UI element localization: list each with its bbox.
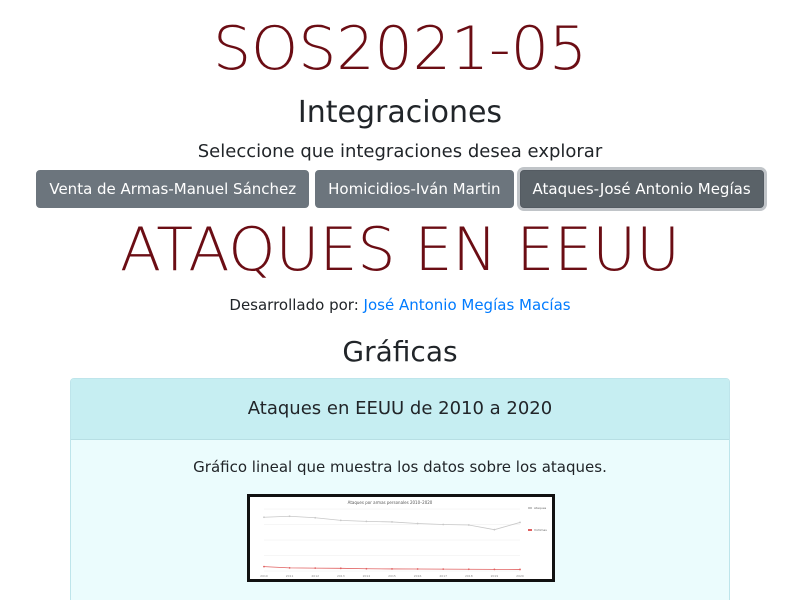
chart-x-tick-label: 2010 <box>260 574 268 578</box>
chart-title: Ataques por armas personales 2010–2020 <box>348 500 433 505</box>
chart-data-point <box>339 567 342 570</box>
chart-data-point <box>467 568 470 571</box>
card-header: Ataques en EEUU de 2010 a 2020 <box>71 379 729 440</box>
chart-data-point <box>263 516 265 519</box>
developed-by-label: Desarrollado por: <box>229 296 359 314</box>
chart-card: Ataques en EEUU de 2010 a 2020 Gráfico l… <box>70 378 730 600</box>
site-title: SOS2021-05 <box>212 14 588 84</box>
page: SOS2021-05 Integraciones Seleccione que … <box>0 0 800 600</box>
chart-x-tick-label: 2020 <box>516 574 524 578</box>
chart-x-tick-label: 2016 <box>414 574 422 578</box>
chart-data-point <box>416 568 419 570</box>
chart-data-point <box>519 521 521 524</box>
chart-legend-label: Ataques <box>534 506 547 510</box>
line-chart: Ataques por armas personales 2010–2020 2… <box>260 500 547 578</box>
chart-legend-swatch <box>528 529 532 531</box>
chart-x-tick-label: 2014 <box>363 574 371 578</box>
integrations-subheading: Seleccione que integraciones desea explo… <box>197 141 603 162</box>
homicides-button[interactable]: Homicidios-Iván Martin <box>315 170 514 208</box>
chart-data-point <box>314 567 317 570</box>
chart-x-tick-label: 2017 <box>439 574 447 578</box>
chart-data-point <box>416 522 419 525</box>
chart-data-point <box>365 567 368 570</box>
integrations-heading: Integraciones <box>297 95 503 130</box>
chart-x-tick-label: 2011 <box>286 574 294 578</box>
chart-data-point <box>467 524 470 526</box>
chart-data-point <box>519 568 521 571</box>
graphs-heading: Gráficas <box>342 335 458 368</box>
chart-data-point <box>493 528 496 531</box>
developer-line: Desarrollado por: José Antonio Megías Ma… <box>0 295 800 315</box>
chart-data-point <box>365 520 368 523</box>
chart-data-point <box>314 516 317 519</box>
chart-legend-label: Victimas <box>534 528 547 532</box>
card-description: Gráfico lineal que muestra los datos sob… <box>193 458 607 476</box>
attacks-button[interactable]: Ataques-José Antonio Megías <box>519 170 764 208</box>
developer-link[interactable]: José Antonio Megías Macías <box>364 296 571 314</box>
chart-legend-swatch <box>528 507 532 509</box>
chart-data-point <box>288 567 291 569</box>
page-title: ATAQUES EN EEUU <box>119 215 681 285</box>
chart-data-point <box>442 523 445 526</box>
chart-data-point <box>493 568 496 571</box>
chart-data-point <box>263 565 265 568</box>
chart-x-tick-label: 2018 <box>465 574 473 578</box>
chart-data-point <box>288 515 291 518</box>
integrations-button-group: Venta de Armas-Manuel Sánchez Homicidios… <box>0 170 800 208</box>
chart-data-point <box>391 521 393 523</box>
chart-x-tick-label: 2015 <box>388 574 396 578</box>
weapons-sales-button[interactable]: Venta de Armas-Manuel Sánchez <box>36 170 310 208</box>
chart-series-line <box>263 515 521 531</box>
chart-thumbnail[interactable]: Ataques por armas personales 2010–2020 2… <box>247 494 555 582</box>
chart-data-point <box>442 568 445 571</box>
chart-x-tick-label: 2019 <box>491 574 499 578</box>
chart-x-tick-label: 2013 <box>337 574 345 578</box>
chart-data-point <box>391 568 393 570</box>
chart-x-tick-label: 2012 <box>311 574 319 578</box>
chart-data-point <box>339 519 342 522</box>
